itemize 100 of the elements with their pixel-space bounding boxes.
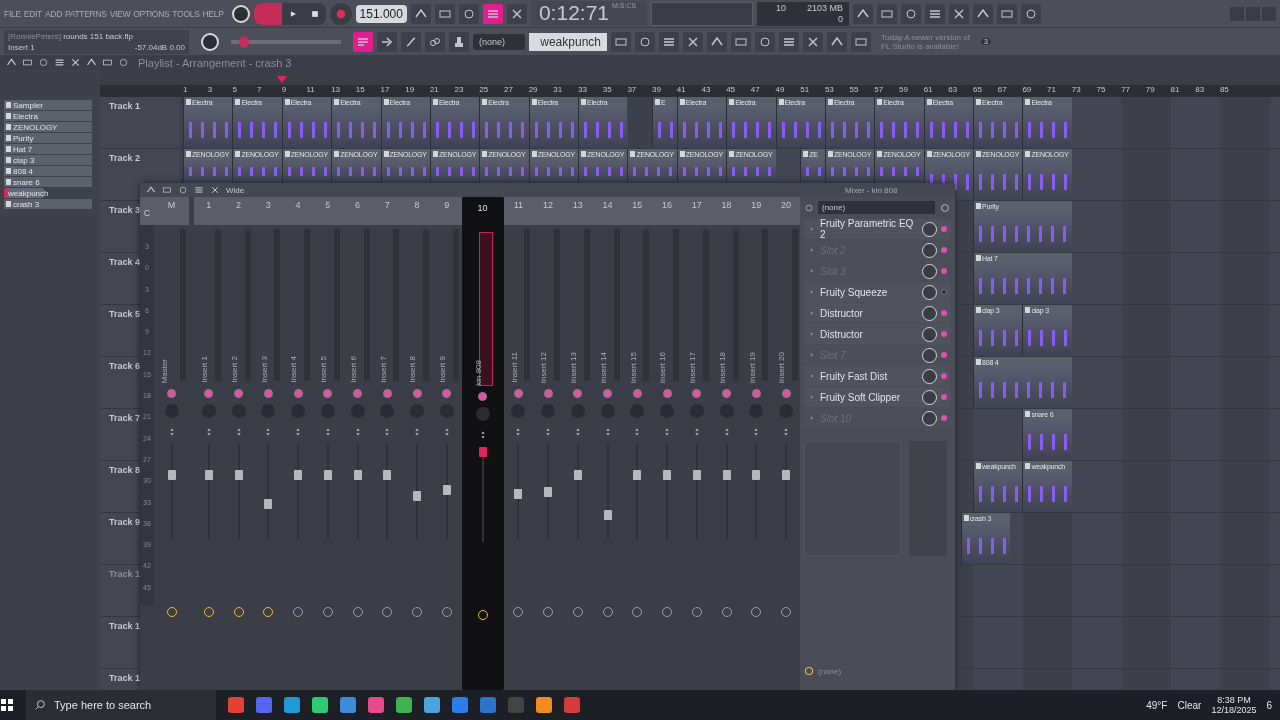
master-volume-knob[interactable] — [231, 4, 250, 23]
mixer-strip[interactable]: 2 Insert 2 — [223, 197, 254, 690]
fader-thumb[interactable] — [633, 469, 642, 480]
mixer-strip[interactable]: 7 Insert 7 — [372, 197, 403, 690]
channel-item[interactable]: snare 6 — [4, 177, 92, 187]
toolbar-button[interactable] — [635, 31, 655, 52]
fader-thumb[interactable] — [264, 499, 273, 510]
mixer-strip[interactable]: 3 Insert 3 — [253, 197, 284, 690]
toolbar-toggle[interactable] — [353, 31, 373, 52]
strip-switch[interactable] — [662, 389, 672, 398]
mixer-strip[interactable]: 18 Insert 18 — [711, 197, 742, 690]
mixer-strip[interactable]: 16 Insert 16 — [652, 197, 682, 690]
fader-thumb[interactable] — [167, 469, 176, 480]
tempo-display[interactable]: 151.000 — [355, 4, 407, 23]
weather-label[interactable]: Clear — [1177, 699, 1202, 711]
toolbar-toggle[interactable] — [449, 31, 469, 52]
fader-thumb[interactable] — [514, 489, 523, 500]
slot-switch[interactable] — [941, 289, 947, 295]
fader-thumb[interactable] — [442, 484, 451, 495]
mixer-strip[interactable]: 1 Insert 1 — [194, 197, 224, 690]
fader-thumb[interactable] — [752, 469, 761, 480]
mixer-strip[interactable]: M Master — [154, 197, 189, 690]
clock-date[interactable]: 12/18/2025 — [1211, 705, 1257, 715]
temperature[interactable]: 49°F — [1146, 699, 1168, 711]
menu-item[interactable]: VIEW — [109, 8, 131, 19]
output-icon[interactable] — [804, 666, 814, 676]
slot-switch[interactable] — [941, 226, 947, 232]
menu-item[interactable]: HELP — [202, 8, 224, 19]
fader-thumb[interactable] — [294, 469, 303, 480]
mix-knob[interactable] — [922, 410, 937, 426]
fader-thumb[interactable] — [573, 469, 582, 480]
strip-switch[interactable] — [722, 389, 732, 398]
track-label[interactable]: Track 6 — [109, 361, 141, 371]
strip-switch[interactable] — [412, 389, 422, 398]
toolbar-button[interactable] — [972, 3, 993, 24]
mixer-strip[interactable]: 19 Insert 19 — [741, 197, 772, 690]
taskbar-app-icon[interactable] — [312, 697, 328, 713]
toolbar-toggle[interactable] — [410, 3, 431, 24]
strip-switch[interactable] — [353, 389, 363, 398]
fader-thumb[interactable] — [413, 490, 422, 501]
toolbar-button[interactable] — [948, 3, 969, 24]
strip-switch[interactable] — [382, 389, 392, 398]
toolbar-button[interactable] — [852, 3, 873, 24]
menu-item[interactable]: PATTERNS — [65, 8, 107, 19]
strip-switch[interactable] — [632, 389, 642, 398]
fader-thumb[interactable] — [544, 487, 553, 498]
track-label[interactable]: Track 3 — [109, 205, 141, 215]
toolbar-button[interactable] — [996, 3, 1017, 24]
toolbar-button[interactable] — [900, 3, 921, 24]
slot-switch[interactable] — [941, 352, 947, 358]
strip-switch[interactable] — [204, 389, 214, 398]
channel-item[interactable]: clap 3 — [4, 155, 92, 165]
strip-switch[interactable] — [543, 389, 553, 398]
toolbar-toggle[interactable] — [506, 3, 527, 24]
track-label[interactable]: Track 1 — [109, 673, 141, 683]
toolbar-button[interactable] — [755, 31, 775, 52]
slot-switch[interactable] — [941, 247, 947, 253]
track-label[interactable]: Track 8 — [109, 465, 141, 475]
toolbar-button[interactable] — [827, 31, 847, 52]
track-label[interactable]: Track 1 — [109, 101, 141, 111]
pattern-selector[interactable]: (none) — [473, 33, 525, 50]
mix-knob[interactable] — [922, 242, 937, 258]
channel-item[interactable]: Sampler — [4, 100, 92, 110]
track-label[interactable]: Track 9 — [109, 517, 141, 527]
taskbar-app-icon[interactable] — [536, 697, 552, 713]
strip-switch[interactable] — [513, 389, 523, 398]
fader-thumb[interactable] — [353, 469, 362, 480]
toolbar-toggle[interactable] — [401, 31, 421, 52]
mix-knob[interactable] — [922, 221, 937, 237]
taskbar-app-icon[interactable] — [396, 697, 412, 713]
mixer-strip[interactable]: 12 Insert 12 — [533, 197, 563, 690]
channel-item[interactable]: ZENOLOGY — [4, 122, 92, 132]
toolbar-button[interactable] — [803, 31, 823, 52]
slot-switch[interactable] — [941, 415, 947, 421]
menu-item[interactable]: ADD — [44, 8, 62, 19]
strip-switch[interactable] — [751, 389, 761, 398]
slot-switch[interactable] — [941, 268, 947, 274]
mix-knob[interactable] — [922, 263, 937, 279]
fader-thumb[interactable] — [663, 469, 672, 480]
track-label[interactable]: Track 5 — [109, 309, 141, 319]
strip-switch[interactable] — [573, 389, 583, 398]
taskbar-app-icon[interactable] — [424, 697, 440, 713]
menu-item[interactable]: TOOLS — [172, 8, 200, 19]
toolbar-toggle[interactable] — [434, 3, 455, 24]
mixer-strip[interactable]: 6 Insert 6 — [342, 197, 373, 690]
mixer-layout-label[interactable]: Wide — [226, 185, 245, 195]
track-label[interactable]: Track 1 — [109, 621, 141, 631]
track-label[interactable]: Track 7 — [109, 413, 141, 423]
slot-switch[interactable] — [941, 331, 947, 337]
effect-slot[interactable]: Fruity Squeeze — [804, 282, 951, 302]
toolbar-button[interactable] — [707, 31, 727, 52]
effect-slot[interactable]: Fruity Soft Clipper — [804, 387, 951, 407]
mix-knob[interactable] — [922, 284, 937, 300]
strip-switch[interactable] — [167, 389, 176, 398]
track-label[interactable]: Track 2 — [109, 153, 141, 163]
slot-switch[interactable] — [941, 310, 947, 316]
input-selector[interactable]: (none) — [818, 201, 935, 214]
slot-switch[interactable] — [941, 373, 947, 379]
strip-switch[interactable] — [263, 389, 273, 398]
channel-item[interactable]: Hat 7 — [4, 144, 92, 154]
